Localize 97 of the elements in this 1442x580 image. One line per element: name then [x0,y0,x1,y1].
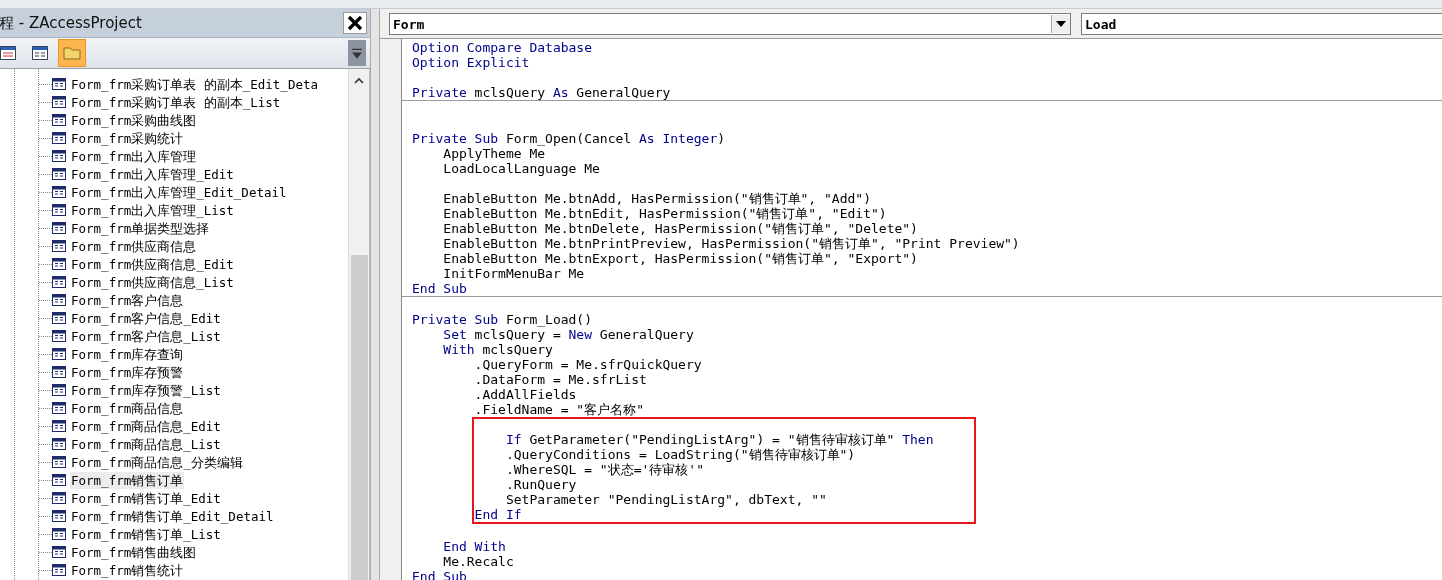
form-icon [52,546,66,558]
form-icon [52,492,66,504]
code-editor[interactable] [402,39,1442,580]
form-icon [52,150,66,162]
form-icon [52,366,66,378]
code-line: Set mclsQuery = New GeneralQuery [442,327,695,342]
form-icon [52,114,66,126]
tree-item[interactable]: Form_frm单据类型选择 [70,219,211,237]
tree-item[interactable]: Form_frm库存预警_List [70,381,222,399]
form-icon [52,168,66,180]
tree-item[interactable]: Form_frm供应商信息_Edit [70,255,235,273]
tree-item[interactable]: Form_frm出入库管理_List [70,201,235,219]
code-line: Option Compare Database [412,40,593,55]
toolbar-options-icon[interactable] [348,40,366,66]
scrollbar[interactable] [348,69,369,580]
code-line: Me.Recalc [442,554,515,569]
tree-item[interactable]: Form_frm库存查询 [70,345,185,363]
code-line: .QueryConditions = LoadString("销售待审核订单") [504,447,857,462]
form-icon [52,294,66,306]
form-icon [52,132,66,144]
code-line: .FieldName = "客户名称" [473,402,645,417]
form-icon [52,456,66,468]
tree-item[interactable]: Form_frm采购订单表 的副本_Edit_Deta [70,75,319,93]
tree-item[interactable]: Form_frm客户信息 [70,291,185,309]
code-line: End With [442,539,507,554]
close-button[interactable] [343,12,367,34]
object-dropdown[interactable]: Form [389,13,1071,35]
tree-item[interactable]: Form_frm销售订单_Edit_Detail [70,507,275,525]
form-icon [52,330,66,342]
tree-item[interactable]: Form_frm销售统计 [70,561,185,579]
code-line: .WhereSQL = "状态='待审核'" [504,462,705,477]
code-line: .AddAllFields [473,387,578,402]
code-line: End If [473,507,523,522]
tree-item[interactable]: Form_frm库存预警 [70,363,185,381]
form-icon [52,222,66,234]
tree-item[interactable]: Form_frm采购曲线图 [70,111,198,129]
form-icon [52,78,66,90]
form-icon [52,240,66,252]
form-icon [52,96,66,108]
close-icon [346,14,364,32]
tree-item[interactable]: Form_frm销售曲线图 [70,543,198,561]
code-line: Private mclsQuery As GeneralQuery [412,85,672,100]
form-icon [52,186,66,198]
code-line: EnableButton Me.btnDelete, HasPermission("销售订单", "Delete") [442,221,919,236]
tree-item[interactable]: Form_frm商品信息_Edit [70,417,222,435]
code-line: .QueryForm = Me.sfrQuickQuery [473,357,703,372]
code-line: EnableButton Me.btnExport, HasPermission("销售订单", "Export") [442,251,919,266]
form-icon [52,564,66,576]
tree-item[interactable]: Form_frm商品信息_分类编辑 [70,453,244,471]
dropdown-arrow-icon [1056,21,1066,27]
form-icon [52,510,66,522]
form-icon [52,402,66,414]
code-line: .DataForm = Me.sfrList [473,372,648,387]
tree-item[interactable]: Form_frm出入库管理_Edit [70,165,235,183]
form-icon [52,474,66,486]
tree-item[interactable]: Form_frm出入库管理_Edit_Detail [70,183,288,201]
code-line: Option Explicit [412,55,531,70]
code-line: EnableButton Me.btnPrintPreview, HasPermission("销售订单", "Print Preview") [442,236,1021,251]
code-line: Private Sub Form_Open(Cancel As Integer) [412,131,727,146]
folder-icon [63,46,81,60]
tree-item[interactable]: Form_frm销售订单 [70,471,185,489]
tree-item[interactable]: Form_frm采购统计 [70,129,185,147]
form-icon [52,204,66,216]
form-icon [32,46,48,60]
code-line: If GetParameter("PendingListArg") = "销售待审核订单" Then [504,432,935,447]
tree-item[interactable]: Form_frm商品信息_List [70,435,222,453]
procedure-dropdown[interactable]: Load [1081,13,1442,35]
code-line: Private Sub Form_Load() [412,312,593,327]
code-line: SetParameter "PendingListArg", dbText, "" [504,492,828,507]
tree-item[interactable]: Form_frm客户信息_Edit [70,309,222,327]
tree-item[interactable]: Form_frm销售订单_List [70,525,222,543]
toggle-folders-button[interactable] [58,39,86,67]
code-line: EnableButton Me.btnAdd, HasPermission("销售订单", "Add") [442,191,872,206]
code-line: LoadLocalLanguage Me [442,161,601,176]
form-icon [52,420,66,432]
tree-item[interactable]: Form_frm客户信息_List [70,327,222,345]
scroll-up-icon[interactable] [354,77,364,85]
form-icon [52,258,66,270]
code-line: EnableButton Me.btnEdit, HasPermission("销售订单", "Edit") [442,206,888,221]
tree-item[interactable]: Form_frm供应商信息 [70,237,198,255]
tree-item[interactable]: Form_frm出入库管理 [70,147,198,165]
tree-item[interactable]: Form_frm采购订单表 的副本_List [70,93,282,111]
code-line: .RunQuery [504,477,578,492]
form-icon [52,384,66,396]
form-list-icon [0,46,16,60]
form-icon [52,348,66,360]
form-icon [52,312,66,324]
code-line: End Sub [412,281,468,296]
code-line: With mclsQuery [442,342,554,357]
form-icon [52,276,66,288]
form-icon [52,528,66,540]
tree-item[interactable]: Form_frm销售订单_Edit [70,489,222,507]
tree-item[interactable]: Form_frm供应商信息_List [70,273,235,291]
code-line: InitFormMenuBar Me [442,266,586,281]
code-line: ApplyTheme Me [442,146,547,161]
form-icon [52,438,66,450]
tree-item[interactable]: Form_frm商品信息 [70,399,185,417]
